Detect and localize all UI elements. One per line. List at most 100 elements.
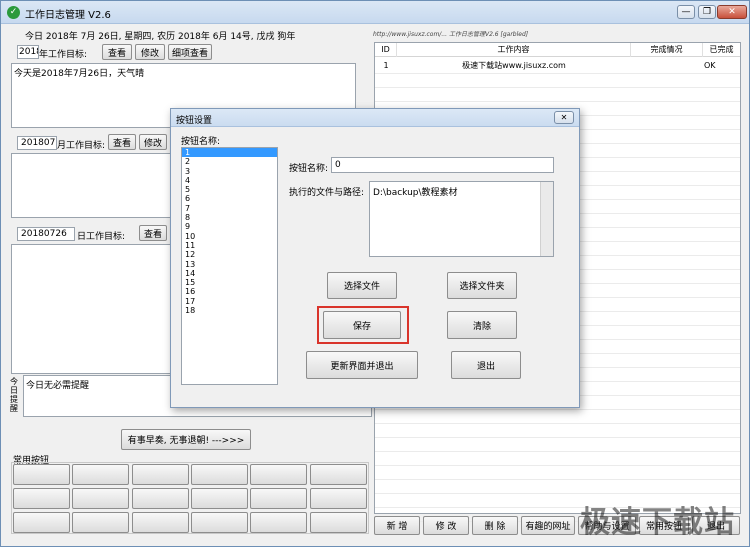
common-button-slot[interactable] xyxy=(131,464,189,485)
common-button-slot[interactable] xyxy=(13,488,70,509)
column-header-status[interactable]: 完成情况 xyxy=(631,43,703,57)
day-view-button[interactable]: 查看 xyxy=(139,225,167,241)
list-item[interactable]: 2 xyxy=(182,157,277,166)
path-label: 执行的文件与路径: xyxy=(289,188,365,198)
common-buttons-grid xyxy=(13,464,369,534)
table-row[interactable]: 1 极速下载站www.jisuxz.com OK xyxy=(375,59,740,73)
update-exit-button[interactable]: 更新界面并退出 xyxy=(306,351,418,379)
column-header-done[interactable]: 已完成 xyxy=(703,43,740,57)
title-bar[interactable]: ✓ 工作日志管理 V2.6 — ❐ ✕ xyxy=(1,1,749,24)
common-button-slot[interactable] xyxy=(13,512,70,533)
common-button-slot[interactable] xyxy=(72,512,130,533)
watermark: 极速下载站 xyxy=(580,505,735,540)
year-edit-button[interactable]: 修改 xyxy=(135,44,165,60)
list-label: 按钮名称: xyxy=(181,137,221,147)
dialog-title-bar[interactable]: 按钮设置 ✕ xyxy=(171,109,579,127)
common-button-slot[interactable] xyxy=(131,512,189,533)
column-header-content[interactable]: 工作内容 xyxy=(397,43,631,57)
month-field[interactable]: 201807 xyxy=(17,136,57,150)
minimize-button[interactable]: — xyxy=(677,5,695,19)
button-name-input[interactable]: 0 xyxy=(331,157,554,173)
list-item[interactable]: 3 xyxy=(182,167,277,176)
common-button-slot[interactable] xyxy=(190,464,248,485)
month-goal-label: 月工作目标: xyxy=(57,141,106,151)
table-header: ID 工作内容 完成情况 已完成 xyxy=(375,43,740,57)
path-scrollbar[interactable] xyxy=(540,182,553,256)
common-button-slot[interactable] xyxy=(72,464,130,485)
common-button-slot[interactable] xyxy=(309,488,367,509)
table-gridline xyxy=(375,409,740,410)
cell-status xyxy=(631,59,703,73)
delete-button[interactable]: 删 除 xyxy=(472,516,518,535)
table-gridline xyxy=(375,465,740,466)
table-gridline xyxy=(375,493,740,494)
list-item[interactable]: 6 xyxy=(182,194,277,203)
motto-button[interactable]: 有事早奏, 无事退朝! --->>> xyxy=(121,429,251,450)
month-goal-text[interactable] xyxy=(11,153,171,218)
common-button-slot[interactable] xyxy=(72,488,130,509)
dialog-exit-button[interactable]: 退出 xyxy=(451,351,521,379)
edit-button[interactable]: 修 改 xyxy=(423,516,469,535)
list-item[interactable]: 9 xyxy=(182,222,277,231)
name-label: 按钮名称: xyxy=(289,164,329,174)
year-detail-button[interactable]: 细项查看 xyxy=(168,44,212,60)
clear-button[interactable]: 清除 xyxy=(447,311,517,339)
list-item[interactable]: 17 xyxy=(182,297,277,306)
dialog-close-button[interactable]: ✕ xyxy=(554,111,574,124)
fun-urls-button[interactable]: 有趣的网址 xyxy=(521,516,575,535)
button-name-list[interactable]: 1 2 3 4 5 6 7 8 9 10 11 12 13 14 15 16 17 18 xyxy=(181,147,278,385)
table-gridline xyxy=(375,479,740,480)
list-item[interactable]: 14 xyxy=(182,269,277,278)
month-view-button[interactable]: 查看 xyxy=(108,134,136,150)
day-goal-text[interactable] xyxy=(11,244,171,374)
window-title: 工作日志管理 V2.6 xyxy=(25,10,111,21)
table-gridline xyxy=(375,101,740,102)
common-button-slot[interactable] xyxy=(309,464,367,485)
table-gridline xyxy=(375,87,740,88)
dialog-title: 按钮设置 xyxy=(176,116,213,126)
list-item[interactable]: 11 xyxy=(182,241,277,250)
list-item[interactable]: 16 xyxy=(182,287,277,296)
table-gridline xyxy=(375,451,740,452)
list-item[interactable]: 15 xyxy=(182,278,277,287)
check-circle-icon: ✓ xyxy=(7,6,20,19)
list-item[interactable]: 8 xyxy=(182,213,277,222)
list-item[interactable]: 18 xyxy=(182,306,277,315)
common-button-slot[interactable] xyxy=(250,512,308,533)
cell-done: OK xyxy=(704,61,716,70)
list-item[interactable]: 10 xyxy=(182,232,277,241)
path-input[interactable]: D:\backup\教程素材 xyxy=(369,181,554,257)
common-button-slot[interactable] xyxy=(13,464,70,485)
common-button-slot[interactable] xyxy=(309,512,367,533)
restore-button[interactable]: ❐ xyxy=(698,5,716,19)
common-button-slot[interactable] xyxy=(190,512,248,533)
cell-id: 1 xyxy=(383,61,389,70)
table-gridline xyxy=(375,437,740,438)
cell-content: 极速下载站www.jisuxz.com xyxy=(462,61,566,70)
save-button[interactable]: 保存 xyxy=(323,311,401,339)
list-item[interactable]: 1 xyxy=(182,148,277,158)
select-folder-button[interactable]: 选择文件夹 xyxy=(447,272,517,299)
year-field[interactable]: 2018 xyxy=(17,45,39,59)
add-button[interactable]: 新 增 xyxy=(374,516,420,535)
close-button[interactable]: ✕ xyxy=(717,5,747,19)
common-button-slot[interactable] xyxy=(131,488,189,509)
day-field[interactable]: 20180726 xyxy=(17,227,75,241)
url-strip: http://www.jisuxz.com/... 工作日志管理V2.6 [ga… xyxy=(373,31,529,38)
table-gridline xyxy=(375,73,740,74)
list-item[interactable]: 13 xyxy=(182,260,277,269)
year-view-button[interactable]: 查看 xyxy=(102,44,132,60)
date-line: 今日 2018年 7月 26日, 星期四, 农历 2018年 6月 14号, 戊… xyxy=(25,32,296,42)
month-edit-button[interactable]: 修改 xyxy=(139,134,167,150)
table-gridline xyxy=(375,423,740,424)
common-button-slot[interactable] xyxy=(250,488,308,509)
list-item[interactable]: 5 xyxy=(182,185,277,194)
button-settings-dialog: 按钮设置 ✕ 按钮名称: 1 2 3 4 5 6 7 8 9 10 11 12 13 14 15 16 17 18… xyxy=(170,108,580,408)
select-file-button[interactable]: 选择文件 xyxy=(327,272,397,299)
list-item[interactable]: 4 xyxy=(182,176,277,185)
list-item[interactable]: 12 xyxy=(182,250,277,259)
common-button-slot[interactable] xyxy=(250,464,308,485)
common-button-slot[interactable] xyxy=(190,488,248,509)
column-header-id[interactable]: ID xyxy=(375,43,397,57)
list-item[interactable]: 7 xyxy=(182,204,277,213)
